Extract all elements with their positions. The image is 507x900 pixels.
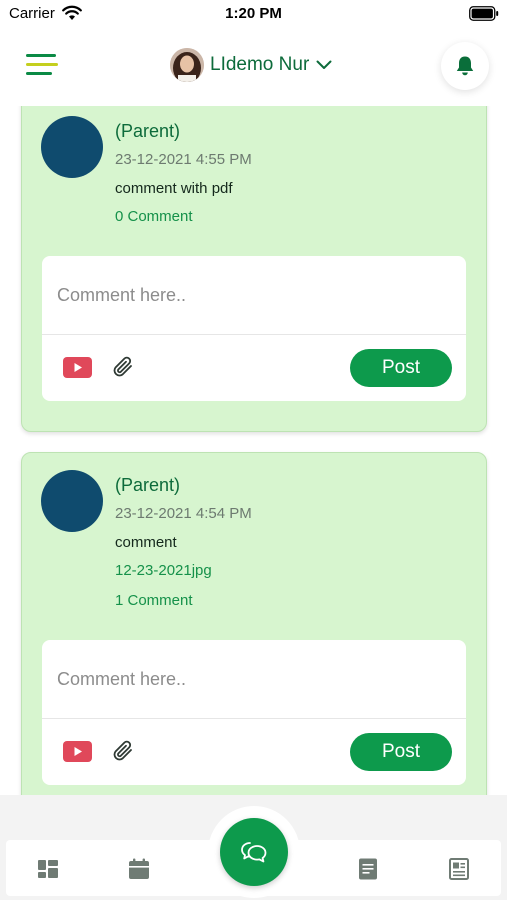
author-avatar (41, 470, 103, 532)
comment-composer: Post (42, 256, 466, 401)
bell-icon (456, 56, 474, 76)
divider (42, 334, 466, 335)
post-card: (Parent) 23-12-2021 4:55 PM comment with… (21, 106, 487, 432)
app-header: LIdemo Nur (0, 30, 507, 106)
profile-name: LIdemo Nur (210, 54, 310, 75)
comment-composer: Post (42, 640, 466, 785)
post-content: (Parent) 23-12-2021 4:54 PM comment 12-2… (115, 475, 252, 609)
notifications-button[interactable] (441, 42, 489, 90)
comment-input[interactable] (42, 640, 466, 718)
dashboard-icon[interactable] (36, 857, 60, 881)
paperclip-icon[interactable] (112, 355, 134, 379)
post-comment-button[interactable]: Post (350, 349, 452, 387)
battery-icon (469, 6, 499, 21)
chat-icon (241, 842, 267, 863)
comment-input[interactable] (42, 256, 466, 334)
divider (42, 718, 466, 719)
comment-count-link[interactable]: 1 Comment (115, 592, 252, 609)
author-avatar (41, 116, 103, 178)
post-card: (Parent) 23-12-2021 4:54 PM comment 12-2… (21, 452, 487, 800)
status-time: 1:20 PM (225, 5, 282, 22)
attachment-link[interactable]: 12-23-2021jpg (115, 562, 252, 592)
calendar-icon[interactable] (127, 857, 151, 881)
post-feed[interactable]: (Parent) 23-12-2021 4:55 PM comment with… (0, 106, 507, 800)
avatar (170, 48, 204, 82)
post-author-role: (Parent) (115, 121, 181, 141)
post-body: comment (115, 534, 177, 551)
profile-switcher[interactable]: LIdemo Nur (170, 47, 332, 83)
post-content: (Parent) 23-12-2021 4:55 PM comment with… (115, 121, 252, 225)
paperclip-icon[interactable] (112, 739, 134, 763)
post-body: comment with pdf (115, 180, 233, 197)
hamburger-menu-icon[interactable] (26, 54, 60, 80)
status-bar: Carrier 1:20 PM (0, 0, 507, 30)
chevron-down-icon (316, 60, 332, 69)
report-icon[interactable] (356, 857, 380, 881)
post-date: 23-12-2021 4:54 PM (115, 505, 252, 522)
post-author-role: (Parent) (115, 475, 181, 495)
newspaper-icon[interactable] (447, 857, 471, 881)
youtube-icon[interactable] (63, 357, 92, 378)
youtube-icon[interactable] (63, 741, 92, 762)
chat-button[interactable] (220, 818, 288, 886)
comment-count-link[interactable]: 0 Comment (115, 208, 252, 225)
post-comment-button[interactable]: Post (350, 733, 452, 771)
post-date: 23-12-2021 4:55 PM (115, 151, 252, 168)
